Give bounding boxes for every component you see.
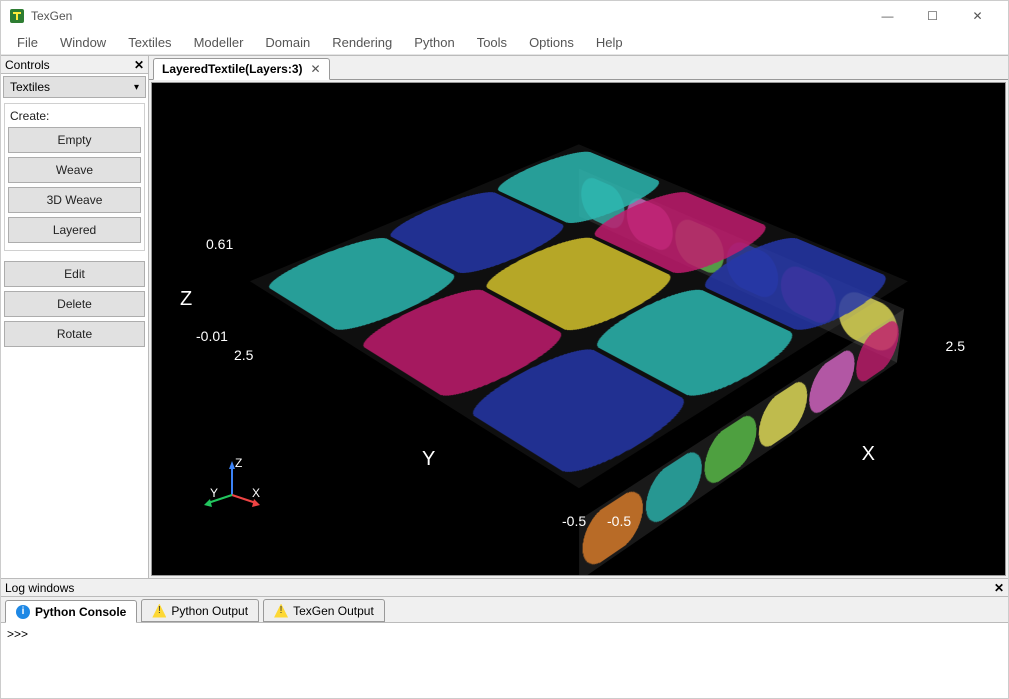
svg-text:Y: Y <box>210 486 218 500</box>
yarn-edge <box>645 443 703 532</box>
main-area: Controls ✕ Textiles ▾ Create: Empty Weav… <box>1 55 1008 578</box>
log-tabstrip: i Python Console ! Python Output ! TexGe… <box>1 597 1008 623</box>
tab-close-icon[interactable]: ✕ <box>311 62 321 76</box>
menu-help[interactable]: Help <box>586 32 633 53</box>
tab-python-output[interactable]: ! Python Output <box>141 599 259 622</box>
axis-y-max: 2.5 <box>234 347 253 363</box>
axis-z-max: 0.61 <box>206 236 233 252</box>
controls-panel: Controls ✕ Textiles ▾ Create: Empty Weav… <box>1 56 149 578</box>
rotate-button[interactable]: Rotate <box>4 321 145 347</box>
log-tab-label: Python Console <box>35 605 126 619</box>
maximize-button[interactable]: ☐ <box>910 1 955 31</box>
minimize-button[interactable]: — <box>865 1 910 31</box>
controls-header: Controls ✕ <box>1 56 148 74</box>
python-console[interactable]: >>> <box>1 623 1008 698</box>
axis-y-min: -0.5 <box>562 513 586 529</box>
delete-button[interactable]: Delete <box>4 291 145 317</box>
menubar: File Window Textiles Modeller Domain Ren… <box>1 31 1008 55</box>
empty-button[interactable]: Empty <box>8 127 141 153</box>
action-group: Edit Delete Rotate <box>4 257 145 351</box>
log-title: Log windows <box>5 581 74 595</box>
app-title: TexGen <box>31 9 865 23</box>
textile-top-face <box>249 145 907 489</box>
yarn-edge <box>807 343 857 421</box>
menu-tools[interactable]: Tools <box>467 32 517 53</box>
textiles-dropdown[interactable]: Textiles ▾ <box>3 76 146 98</box>
log-header: Log windows ✕ <box>1 579 1008 597</box>
chevron-down-icon: ▾ <box>134 82 139 93</box>
app-icon <box>9 8 25 24</box>
dropdown-value: Textiles <box>10 80 50 94</box>
document-tabstrip: LayeredTextile(Layers:3) ✕ <box>149 56 1008 80</box>
menu-python[interactable]: Python <box>404 32 464 53</box>
warning-icon: ! <box>152 604 166 618</box>
log-close-icon[interactable]: ✕ <box>994 581 1004 595</box>
info-icon: i <box>16 605 30 619</box>
create-group: Create: Empty Weave 3D Weave Layered <box>4 103 145 251</box>
svg-text:Z: Z <box>235 456 242 470</box>
tab-label: LayeredTextile(Layers:3) <box>162 62 303 76</box>
orientation-triad-icon: Z X Y <box>202 455 262 515</box>
weave-button[interactable]: Weave <box>8 157 141 183</box>
menu-window[interactable]: Window <box>50 32 116 53</box>
menu-domain[interactable]: Domain <box>255 32 320 53</box>
3d-weave-button[interactable]: 3D Weave <box>8 187 141 213</box>
axis-y-label: Y <box>422 448 435 471</box>
log-tab-label: Python Output <box>171 604 248 618</box>
layered-button[interactable]: Layered <box>8 217 141 243</box>
warning-icon: ! <box>274 604 288 618</box>
window-buttons: — ☐ ✕ <box>865 1 1000 31</box>
menu-rendering[interactable]: Rendering <box>322 32 402 53</box>
titlebar: TexGen — ☐ ✕ <box>1 1 1008 31</box>
create-label: Create: <box>10 109 139 123</box>
close-button[interactable]: ✕ <box>955 1 1000 31</box>
tab-python-console[interactable]: i Python Console <box>5 600 137 623</box>
axis-x-label: X <box>862 443 875 466</box>
menu-modeller[interactable]: Modeller <box>184 32 254 53</box>
menu-textiles[interactable]: Textiles <box>118 32 181 53</box>
tab-texgen-output[interactable]: ! TexGen Output <box>263 599 385 622</box>
scene <box>152 83 1005 575</box>
tab-layered-textile[interactable]: LayeredTextile(Layers:3) ✕ <box>153 58 330 80</box>
svg-text:X: X <box>252 486 260 500</box>
menu-file[interactable]: File <box>7 32 48 53</box>
menu-options[interactable]: Options <box>519 32 584 53</box>
controls-close-icon[interactable]: ✕ <box>134 58 144 72</box>
axis-z-label: Z <box>180 288 192 311</box>
console-prompt: >>> <box>7 627 28 641</box>
view-area: LayeredTextile(Layers:3) ✕ Z 0.61 -0.01 … <box>149 56 1008 578</box>
3d-viewport[interactable]: Z 0.61 -0.01 2.5 -0.5 -0.5 2.5 Y X Z X Y <box>151 82 1006 576</box>
log-tab-label: TexGen Output <box>293 604 374 618</box>
log-window: Log windows ✕ i Python Console ! Python … <box>1 578 1008 698</box>
axis-x-max: 2.5 <box>946 338 965 354</box>
yarn-edge <box>703 408 758 493</box>
controls-title: Controls <box>5 58 50 72</box>
edit-button[interactable]: Edit <box>4 261 145 287</box>
axis-x-min: -0.5 <box>607 513 631 529</box>
yarn-edge <box>756 374 808 455</box>
axis-z-min: -0.01 <box>196 328 228 344</box>
